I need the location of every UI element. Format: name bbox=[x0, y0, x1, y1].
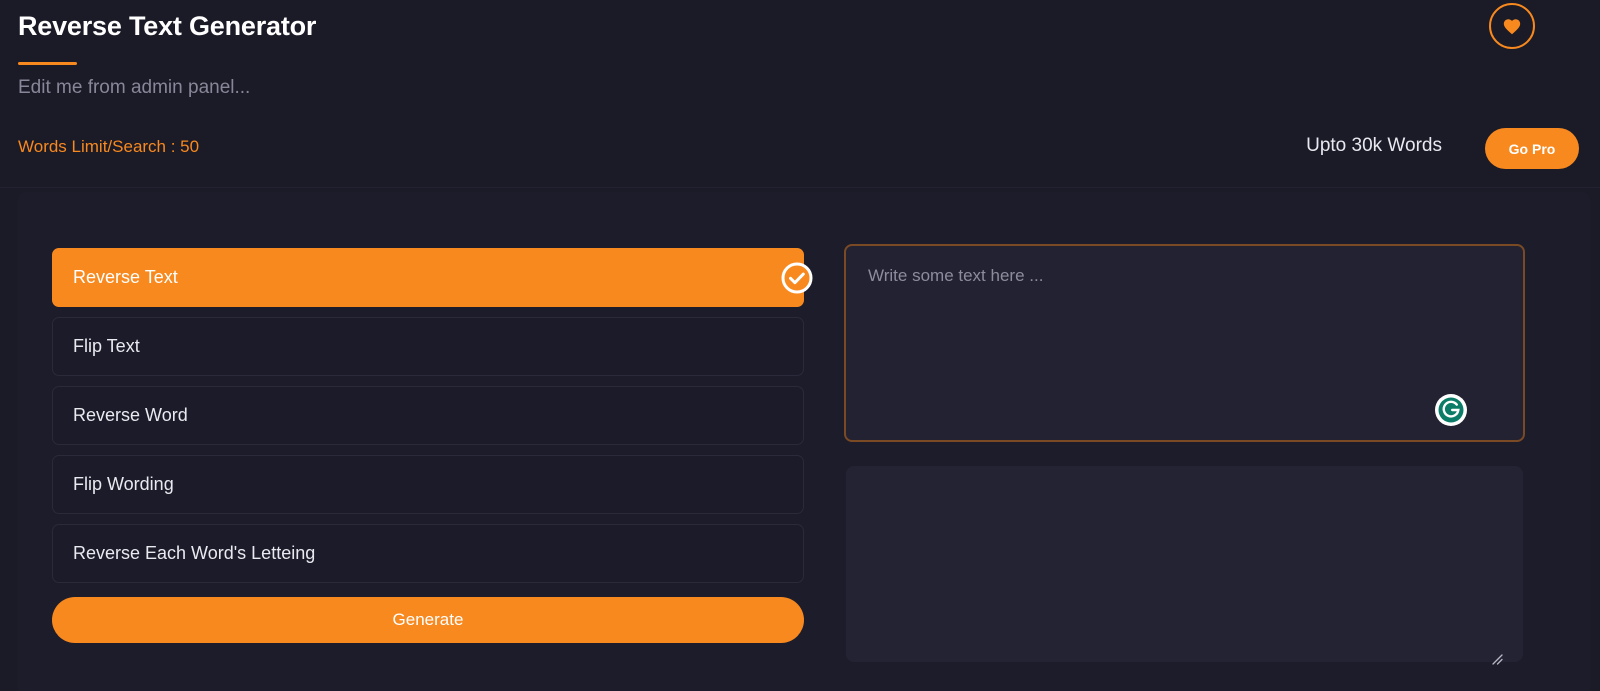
text-input-area[interactable] bbox=[844, 244, 1525, 442]
option-label: Reverse Word bbox=[73, 405, 188, 425]
title-underline-accent bbox=[18, 62, 77, 65]
upto-words-text: Upto 30k Words bbox=[1306, 135, 1442, 156]
option-label: Reverse Text bbox=[73, 267, 178, 287]
check-circle-icon bbox=[781, 262, 813, 294]
option-label: Reverse Each Word's Letteing bbox=[73, 543, 316, 563]
option-flip-text[interactable]: Flip Text bbox=[52, 317, 804, 376]
option-reverse-text[interactable]: Reverse Text bbox=[52, 248, 813, 307]
page-subtitle: Edit me from admin panel... bbox=[18, 77, 251, 98]
words-limit-text: Words Limit/Search : 50 bbox=[18, 137, 200, 156]
options-list: Reverse Text Flip Text Reverse Word Flip… bbox=[52, 248, 813, 643]
option-label: Flip Text bbox=[73, 336, 140, 356]
option-reverse-each-words-lettering[interactable]: Reverse Each Word's Letteing bbox=[52, 524, 804, 583]
page-header: Reverse Text Generator Edit me from admi… bbox=[0, 0, 1600, 188]
heart-icon bbox=[1502, 17, 1522, 35]
go-pro-button[interactable]: Go Pro bbox=[1485, 128, 1579, 169]
content-panel: Reverse Text Flip Text Reverse Word Flip… bbox=[18, 192, 1590, 691]
app-root: Reverse Text Generator Edit me from admi… bbox=[0, 0, 1600, 691]
text-output-area[interactable] bbox=[846, 466, 1523, 662]
option-label: Flip Wording bbox=[73, 474, 174, 494]
grammarly-icon[interactable] bbox=[1434, 393, 1468, 427]
generate-button[interactable]: Generate bbox=[52, 597, 804, 643]
option-flip-wording[interactable]: Flip Wording bbox=[52, 455, 804, 514]
option-reverse-word[interactable]: Reverse Word bbox=[52, 386, 804, 445]
page-title: Reverse Text Generator bbox=[18, 11, 317, 41]
favorite-button[interactable] bbox=[1489, 3, 1535, 49]
